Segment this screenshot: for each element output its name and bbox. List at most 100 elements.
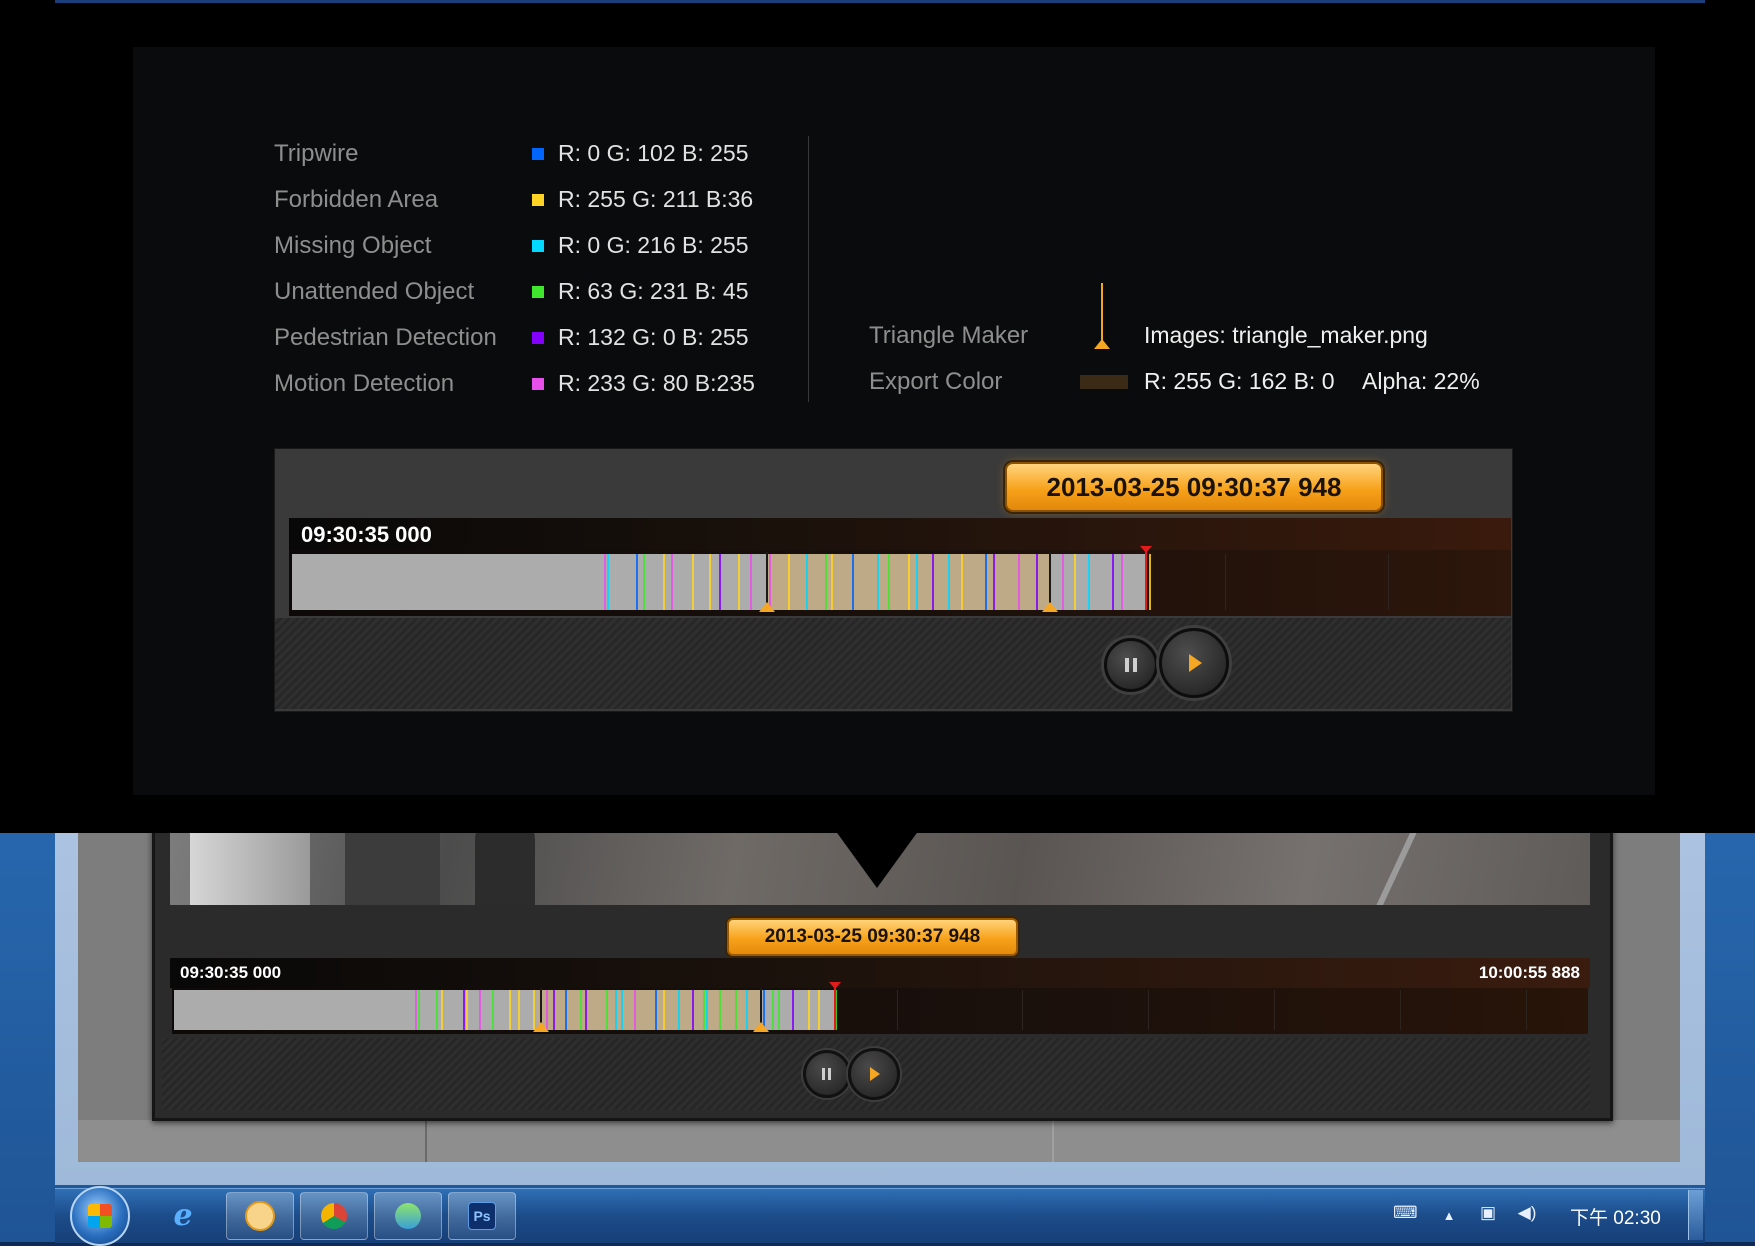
chrome-icon [321, 1203, 347, 1229]
keyboard-icon[interactable]: ⌨ [1393, 1203, 1418, 1223]
triangle-marker-icon [1094, 339, 1110, 349]
timeline-grid-line [1526, 990, 1527, 1030]
legend-value-motion-detection: R: 233 G: 80 B:235 [558, 370, 755, 396]
timeline-range-marker-icon [1042, 602, 1058, 612]
timeline-event-stripe [746, 990, 748, 1030]
legend-swatch-motion-detection [532, 378, 544, 390]
timeline-event-stripe [621, 990, 623, 1030]
pause-icon [822, 1068, 831, 1080]
window-divider [1052, 1120, 1054, 1162]
timeline-event-stripe [615, 990, 617, 1030]
play-icon [1189, 654, 1202, 672]
timeline-event-stripe [604, 554, 606, 610]
timeline-event-stripe [692, 990, 694, 1030]
timeline-event-stripe [565, 990, 567, 1030]
volume-icon[interactable]: ◀) [1516, 1203, 1538, 1223]
timeline-event-stripe [750, 554, 752, 610]
legend-label-motion-detection: Motion Detection [274, 370, 455, 397]
legend-divider [808, 136, 809, 402]
timeline-event-stripe [792, 990, 794, 1030]
legend-swatch-forbidden-area [532, 194, 544, 206]
timeline-event-stripe [692, 554, 694, 610]
timeline-event-stripe [553, 990, 555, 1030]
timeline-event-stripe [778, 990, 780, 1030]
export-color-swatch [1080, 375, 1128, 389]
callout-pointer [835, 830, 919, 888]
timeline-event-stripe [703, 990, 705, 1030]
taskbar-internet-explorer[interactable]: e [150, 1192, 216, 1238]
timeline-start-time: 09:30:35 000 [180, 963, 282, 982]
timeline-event-stripe [852, 554, 854, 610]
timeline-event-stripe [806, 554, 808, 610]
timeline-event-stripe [463, 990, 465, 1030]
timeline-event-stripe [877, 554, 879, 610]
timeline-event-stripe [418, 990, 420, 1030]
timeline-grid-line [1225, 554, 1226, 610]
timeline-event-stripe [738, 554, 740, 610]
timeline-event-stripe [908, 554, 910, 610]
export-color-label: Export Color [869, 368, 1003, 395]
people-icon [395, 1203, 421, 1229]
timeline-event-stripe [706, 990, 708, 1030]
triangle-maker-label: Triangle Maker [869, 322, 1029, 349]
timeline-event-stripe [518, 990, 520, 1030]
timeline-playhead [834, 986, 836, 1030]
legend-swatch-missing-object [532, 240, 544, 252]
timeline-grid-line [1022, 990, 1023, 1030]
legend-value-unattended-object: R: 63 G: 231 B: 45 [558, 278, 749, 304]
window-divider [425, 1120, 427, 1162]
timeline-event-stripe [606, 990, 608, 1030]
timeline-event-stripe [509, 990, 511, 1030]
timeline-range-marker-icon [759, 602, 775, 612]
taskbar-clock-app[interactable] [226, 1192, 294, 1240]
taskbar-chrome[interactable] [300, 1192, 368, 1240]
show-desktop-button[interactable] [1688, 1190, 1703, 1240]
timeline-event-stripe [441, 990, 443, 1030]
timeline-event-stripe [636, 554, 638, 610]
timeline-end-time: 10:00:55 888 [1478, 963, 1580, 982]
timeline-export-region [538, 990, 760, 1030]
legend-value-pedestrian-detection: R: 132 G: 0 B: 255 [558, 324, 749, 350]
timeline-event-stripe [788, 554, 790, 610]
timeline-event-stripe [961, 554, 963, 610]
system-clock[interactable]: 下午 02:30 [1570, 1203, 1661, 1230]
timeline-event-stripe [808, 990, 810, 1030]
timeline-event-stripe [1088, 554, 1090, 610]
timeline-event-stripe [492, 990, 494, 1030]
legend-swatch-pedestrian-detection [532, 332, 544, 344]
network-icon[interactable]: ▣ [1477, 1203, 1499, 1223]
legend-label-forbidden-area: Forbidden Area [274, 186, 439, 213]
enlarged-timestamp-badge: 2013-03-25 09:30:37 948 [1005, 462, 1383, 512]
timeline-grid-line [1274, 990, 1275, 1030]
triangle-maker-value: Images: triangle_maker.png [1144, 322, 1428, 348]
timeline-header [170, 958, 1590, 988]
timeline-event-stripe [1112, 554, 1114, 610]
timeline-event-stripe [831, 554, 833, 610]
timeline-grid-line [1148, 990, 1149, 1030]
legend-label-tripwire: Tripwire [274, 140, 359, 167]
timeline-grid-line [1388, 554, 1389, 610]
timeline-event-stripe [436, 990, 438, 1030]
timeline-event-stripe [643, 554, 645, 610]
timeline-range-marker-icon [533, 1022, 549, 1032]
pause-button[interactable] [803, 1050, 851, 1098]
enlarged-timeline-header [289, 518, 1511, 550]
timeline-event-stripe [888, 554, 890, 610]
timeline-event-stripe [671, 554, 673, 610]
start-button[interactable] [70, 1186, 130, 1246]
timeline-event-stripe [466, 990, 468, 1030]
export-color-alpha: Alpha: 22% [1362, 368, 1480, 394]
legend-value-tripwire: R: 0 G: 102 B: 255 [558, 140, 749, 166]
enlarged-play-button[interactable] [1159, 628, 1229, 698]
taskbar-photoshop[interactable]: Ps [448, 1192, 516, 1240]
tray-expand-icon[interactable]: ▲ [1438, 1208, 1460, 1228]
timeline-event-stripe [607, 554, 609, 610]
play-button[interactable] [848, 1048, 900, 1100]
timeline-event-stripe [415, 990, 417, 1030]
export-color-value: R: 255 G: 162 B: 0 [1144, 368, 1335, 394]
windows-logo-icon [88, 1204, 112, 1228]
taskbar-people-app[interactable] [374, 1192, 442, 1240]
enlarged-pause-button[interactable] [1104, 638, 1158, 692]
timeline-event-stripe [663, 990, 665, 1030]
legend-label-unattended-object: Unattended Object [274, 278, 475, 305]
